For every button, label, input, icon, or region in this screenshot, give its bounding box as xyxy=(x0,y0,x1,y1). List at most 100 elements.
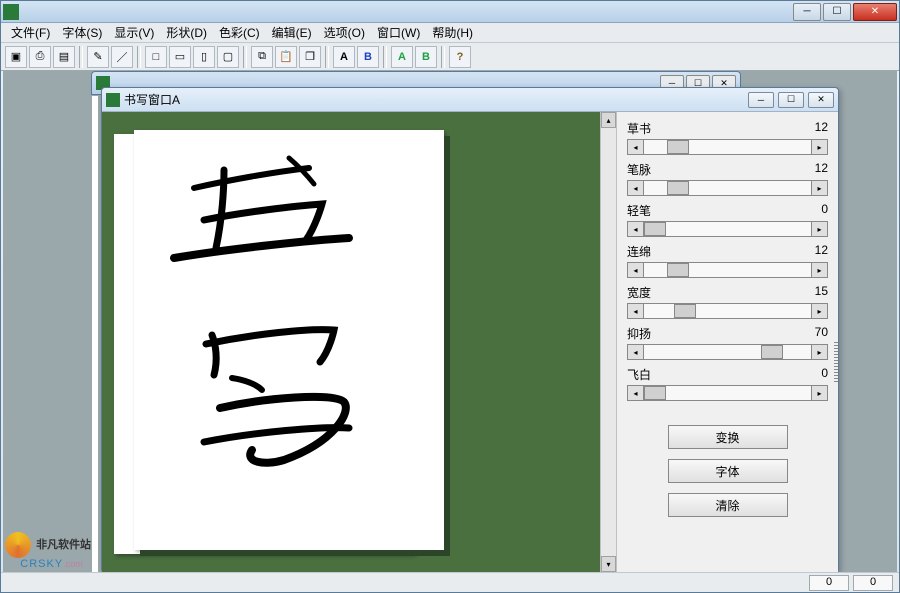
scroll-track[interactable] xyxy=(601,128,616,556)
slider-thumb[interactable] xyxy=(667,140,689,154)
slider-right-arrow-icon[interactable]: ▸ xyxy=(811,386,827,400)
slider-track[interactable] xyxy=(644,304,811,318)
tb-line-icon[interactable]: ／ xyxy=(111,46,133,68)
slider-bar[interactable]: ◂▸ xyxy=(627,385,828,401)
toolbar-separator xyxy=(325,46,329,68)
menu-file[interactable]: 文件(F) xyxy=(5,22,56,43)
toolbar-separator xyxy=(441,46,445,68)
slider-thumb[interactable] xyxy=(644,222,666,236)
writing-window-titlebar[interactable]: 书写窗口A ─ ☐ ✕ xyxy=(102,88,838,112)
tb-copy-icon[interactable]: ⧉ xyxy=(251,46,273,68)
maximize-button[interactable]: ☐ xyxy=(823,3,851,21)
tb-paste-icon[interactable]: 📋 xyxy=(275,46,297,68)
slider-bar[interactable]: ◂▸ xyxy=(627,139,828,155)
slider-left-arrow-icon[interactable]: ◂ xyxy=(628,386,644,400)
slider-right-arrow-icon[interactable]: ▸ xyxy=(811,222,827,236)
minimize-button[interactable]: ─ xyxy=(793,3,821,21)
slider-thumb[interactable] xyxy=(667,263,689,277)
tb-styleB-blue[interactable]: B xyxy=(357,46,379,68)
slider-track[interactable] xyxy=(644,263,811,277)
slider-6: 飞白0◂▸ xyxy=(627,366,828,401)
writing-window-title: 书写窗口A xyxy=(124,91,180,108)
tb-styleA-green[interactable]: A xyxy=(391,46,413,68)
tb-styleB-green[interactable]: B xyxy=(415,46,437,68)
slider-label: 轻笔 xyxy=(627,202,651,219)
watermark-en: CRSKY xyxy=(20,558,63,570)
slider-4: 宽度15◂▸ xyxy=(627,284,828,319)
slider-label: 飞白 xyxy=(627,366,651,383)
slider-left-arrow-icon[interactable]: ◂ xyxy=(628,181,644,195)
slider-bar[interactable]: ◂▸ xyxy=(627,262,828,278)
tb-open-icon[interactable]: ▣ xyxy=(5,46,27,68)
transform-button[interactable]: 变换 xyxy=(668,425,788,449)
menu-font[interactable]: 字体(S) xyxy=(56,22,108,43)
tb-pen-icon[interactable]: ✎ xyxy=(87,46,109,68)
child-minimize-button[interactable]: ─ xyxy=(748,92,774,108)
writing-window-body: ▴ ▾ 草书12◂▸笔脉12◂▸轻笔0◂▸连绵12◂▸宽度15◂▸抑扬70◂▸飞… xyxy=(102,112,838,572)
calligraphy-strokes xyxy=(134,130,444,550)
main-window-controls: ─ ☐ ✕ xyxy=(791,3,897,21)
tb-rect1-icon[interactable]: □ xyxy=(145,46,167,68)
slider-thumb[interactable] xyxy=(761,345,783,359)
slider-left-arrow-icon[interactable]: ◂ xyxy=(628,263,644,277)
slider-track[interactable] xyxy=(644,140,811,154)
slider-right-arrow-icon[interactable]: ▸ xyxy=(811,263,827,277)
slider-value: 12 xyxy=(815,161,828,178)
menu-shape[interactable]: 形状(D) xyxy=(160,22,213,43)
slider-thumb[interactable] xyxy=(674,304,696,318)
panel-resize-handle[interactable] xyxy=(834,342,838,382)
slider-thumb[interactable] xyxy=(644,386,666,400)
tb-save-icon[interactable]: ▤ xyxy=(53,46,75,68)
tb-help-icon[interactable]: ? xyxy=(449,46,471,68)
slider-track[interactable] xyxy=(644,386,811,400)
scroll-down-icon[interactable]: ▾ xyxy=(601,556,616,572)
scroll-up-icon[interactable]: ▴ xyxy=(601,112,616,128)
clear-button[interactable]: 清除 xyxy=(668,493,788,517)
tb-rect2-icon[interactable]: ▭ xyxy=(169,46,191,68)
slider-2: 轻笔0◂▸ xyxy=(627,202,828,237)
toolbar: ▣ ⎙ ▤ ✎ ／ □ ▭ ▯ ▢ ⧉ 📋 ❐ A B A B ? xyxy=(1,43,899,71)
slider-label: 笔脉 xyxy=(627,161,651,178)
slider-right-arrow-icon[interactable]: ▸ xyxy=(811,345,827,359)
child-maximize-button[interactable]: ☐ xyxy=(778,92,804,108)
slider-left-arrow-icon[interactable]: ◂ xyxy=(628,345,644,359)
slider-right-arrow-icon[interactable]: ▸ xyxy=(811,304,827,318)
slider-value: 0 xyxy=(821,366,828,383)
slider-value: 12 xyxy=(815,120,828,137)
tb-rect3-icon[interactable]: ▯ xyxy=(193,46,215,68)
close-button[interactable]: ✕ xyxy=(853,3,897,21)
menu-bar: 文件(F) 字体(S) 显示(V) 形状(D) 色彩(C) 编辑(E) 选项(O… xyxy=(1,23,899,43)
swirl-icon xyxy=(5,532,31,558)
child-close-button[interactable]: ✕ xyxy=(808,92,834,108)
status-bar: 0 0 xyxy=(1,572,899,592)
menu-edit[interactable]: 编辑(E) xyxy=(266,22,318,43)
tb-styleA-black[interactable]: A xyxy=(333,46,355,68)
menu-view[interactable]: 显示(V) xyxy=(108,22,160,43)
slider-right-arrow-icon[interactable]: ▸ xyxy=(811,181,827,195)
menu-color[interactable]: 色彩(C) xyxy=(213,22,266,43)
slider-label: 抑扬 xyxy=(627,325,651,342)
status-cell-b: 0 xyxy=(853,575,893,591)
slider-right-arrow-icon[interactable]: ▸ xyxy=(811,140,827,154)
slider-left-arrow-icon[interactable]: ◂ xyxy=(628,304,644,318)
slider-track[interactable] xyxy=(644,222,811,236)
slider-bar[interactable]: ◂▸ xyxy=(627,221,828,237)
tb-rect4-icon[interactable]: ▢ xyxy=(217,46,239,68)
menu-options[interactable]: 选项(O) xyxy=(318,22,371,43)
slider-bar[interactable]: ◂▸ xyxy=(627,180,828,196)
slider-bar[interactable]: ◂▸ xyxy=(627,303,828,319)
tb-print-icon[interactable]: ⎙ xyxy=(29,46,51,68)
slider-left-arrow-icon[interactable]: ◂ xyxy=(628,140,644,154)
canvas-area[interactable] xyxy=(102,112,600,572)
tb-dup-icon[interactable]: ❐ xyxy=(299,46,321,68)
slider-left-arrow-icon[interactable]: ◂ xyxy=(628,222,644,236)
menu-window[interactable]: 窗口(W) xyxy=(371,22,426,43)
slider-thumb[interactable] xyxy=(667,181,689,195)
slider-bar[interactable]: ◂▸ xyxy=(627,344,828,360)
font-button[interactable]: 字体 xyxy=(668,459,788,483)
slider-track[interactable] xyxy=(644,345,811,359)
canvas-vertical-scrollbar[interactable]: ▴ ▾ xyxy=(600,112,616,572)
menu-help[interactable]: 帮助(H) xyxy=(426,22,479,43)
canvas-page[interactable] xyxy=(134,130,444,550)
slider-track[interactable] xyxy=(644,181,811,195)
